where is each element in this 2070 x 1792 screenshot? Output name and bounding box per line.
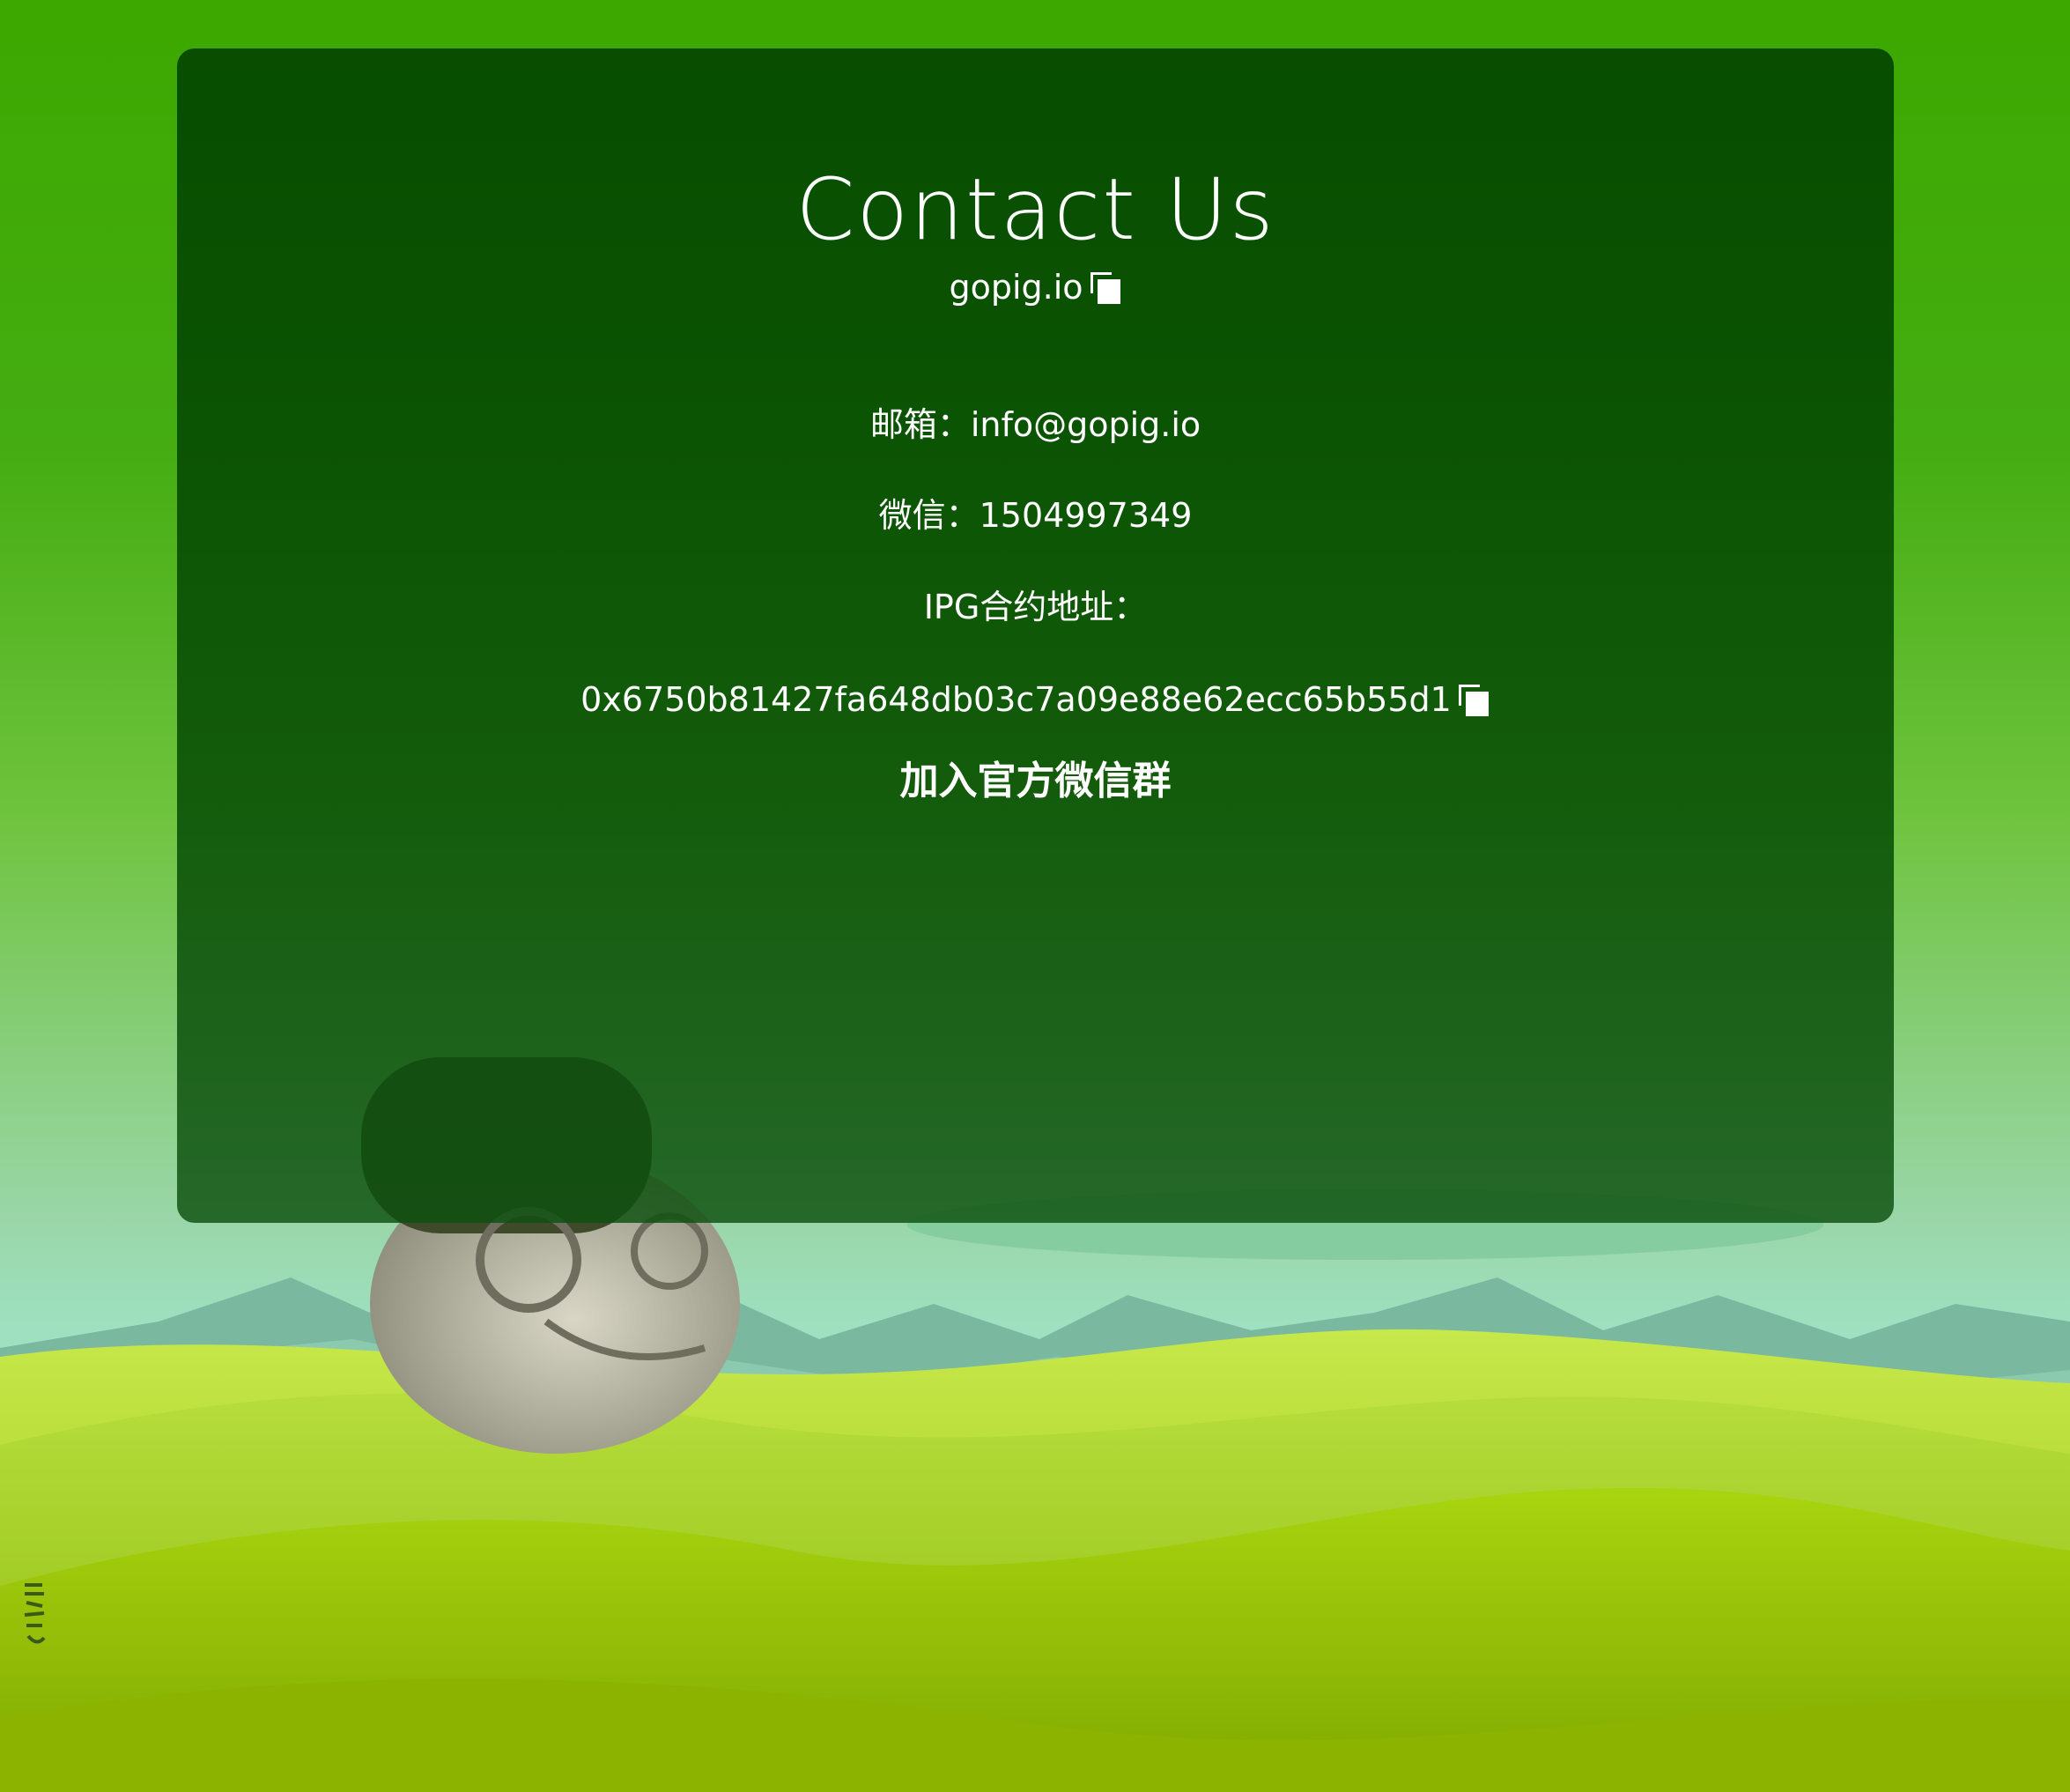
contract-row: 0x6750b81427fa648db03c7a09e88e62ecc65b55… [177, 683, 1894, 716]
site-name: gopig.io [949, 268, 1083, 307]
copy-icon[interactable] [1458, 685, 1490, 716]
wechat-row: 微信：1504997349 [177, 499, 1894, 532]
wechat-value: 1504997349 [979, 496, 1193, 535]
copy-icon[interactable] [1090, 272, 1122, 304]
artist-signature [24, 1583, 46, 1644]
wechat-label: 微信： [878, 496, 980, 535]
page-background: Contact Us gopig.io 邮箱：info@gopig.io 微信：… [0, 0, 2070, 1792]
email-label: 邮箱： [869, 405, 971, 444]
email-row: 邮箱：info@gopig.io [177, 408, 1894, 441]
contract-address: 0x6750b81427fa648db03c7a09e88e62ecc65b55… [580, 680, 1452, 719]
email-value[interactable]: info@gopig.io [971, 405, 1201, 444]
contract-label: IPG合约地址： [923, 588, 1148, 626]
page-title: Contact Us [795, 160, 1275, 259]
contact-panel: Contact Us gopig.io 邮箱：info@gopig.io 微信：… [177, 48, 1894, 1223]
join-wechat-group-link[interactable]: 加入官方微信群 [177, 762, 1894, 801]
site-row: gopig.io [177, 270, 1894, 304]
